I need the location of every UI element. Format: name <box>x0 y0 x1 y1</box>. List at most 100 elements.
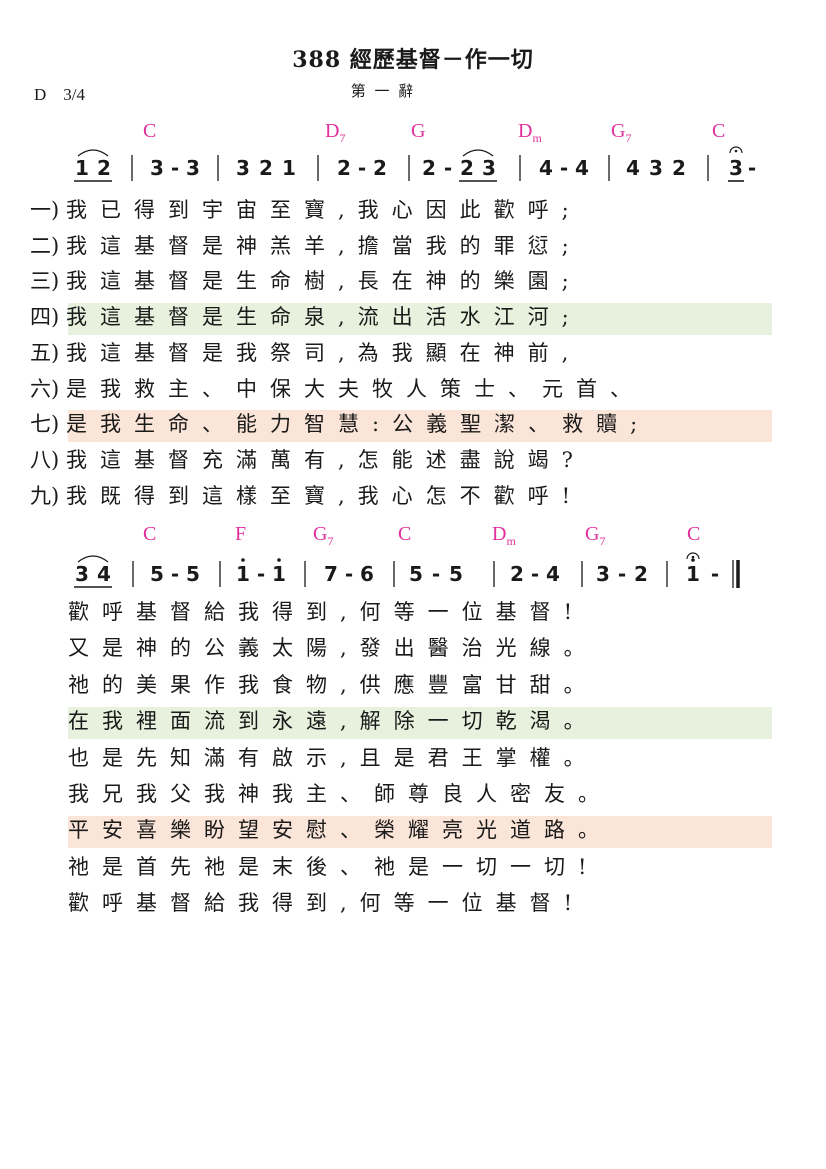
slur <box>462 149 494 157</box>
s1-verse-row: 八) 我這基督充滿萬有,怎能述盡說竭? <box>0 444 826 476</box>
s1-chord-2: G <box>411 120 425 143</box>
verse-lyrics: 我兄我父我神我主、師尊良人密友。 <box>68 782 612 806</box>
note: 2 <box>672 156 686 180</box>
note: 7 <box>324 562 338 586</box>
s1-chord-3: Dm <box>518 120 542 146</box>
chord-root: C <box>143 523 157 545</box>
s2-verse-row: 又是神的公義太陽,發出醫治光線。 <box>0 632 826 664</box>
verse-lyrics: 我已得到宇宙至寶,我心因此歡呼; <box>66 198 582 222</box>
verse-number: 九) <box>30 483 60 508</box>
verse-lyrics: 我這基督是生命泉,流出活水江河; <box>66 305 582 330</box>
s2-verse-row: 在我裡面流到永遠,解除一切乾渴。 <box>0 705 826 737</box>
note: 2 <box>634 562 648 586</box>
verse-lyrics: 是我救主、中保大夫牧人策士、元首、 <box>66 376 644 401</box>
chord-root: G <box>411 120 426 142</box>
octave-dot <box>691 558 695 562</box>
note: 4 <box>626 156 640 180</box>
verse-number: 四) <box>30 305 60 330</box>
fermata-mark <box>686 552 700 560</box>
note: 1 <box>236 562 250 586</box>
chord-root: D <box>325 120 340 142</box>
note: 3 <box>649 156 663 180</box>
chord-root: C <box>143 120 157 142</box>
note: 3 <box>236 156 250 180</box>
chord-root: C <box>398 523 412 545</box>
s1-verse-row: 七) 是我生命、能力智慧:公義聖潔、救贖; <box>0 408 826 440</box>
verse-lyrics: 我這基督是我祭司,為我顯在神前, <box>66 340 582 365</box>
note: 2 <box>422 156 436 180</box>
s2-verse-row: 平安喜樂盼望安慰、榮耀亮光道路。 <box>0 814 826 846</box>
verse-number: 三) <box>30 269 60 294</box>
note: 5 <box>186 562 200 586</box>
chord-quality: 7 <box>339 131 346 145</box>
verse-number: 八) <box>30 447 60 472</box>
chord-root: C <box>687 523 701 545</box>
verse-number: 七) <box>30 412 60 437</box>
s1-chord-5: C <box>712 120 725 143</box>
fermata-dot <box>734 149 738 153</box>
s1-verse-row: 四) 我這基督是生命泉,流出活水江河; <box>0 301 826 333</box>
section1-notation: 123-33212-22-234-44323- <box>74 146 756 182</box>
note: 4 <box>575 156 589 180</box>
note: 4 <box>546 562 560 586</box>
chord-quality: 7 <box>625 131 632 145</box>
note: 4 <box>97 562 111 586</box>
slur <box>77 555 109 563</box>
note: 3 <box>729 156 743 180</box>
verse-lyrics: 也是先知滿有啟示,且是君王掌權。 <box>68 745 598 770</box>
chord-root: D <box>518 120 533 142</box>
s2-chord-1: F <box>235 523 246 546</box>
chord-quality: m <box>506 534 516 548</box>
octave-dot <box>241 558 245 562</box>
s2-verse-row: 祂是首先祂是末後、祂是一切一切! <box>0 851 826 883</box>
note: - <box>618 562 626 586</box>
note: 5 <box>150 562 164 586</box>
verse-lyrics: 我這基督是生命樹,長在神的樂園; <box>66 269 582 294</box>
note: 1 <box>272 562 286 586</box>
note: 2 <box>460 156 474 180</box>
s2-chord-5: G7 <box>585 523 605 549</box>
note: - <box>444 156 452 180</box>
note: 3 <box>482 156 496 180</box>
chord-root: G <box>313 523 328 545</box>
note: 2 <box>259 156 273 180</box>
chord-quality: m <box>532 131 542 145</box>
s2-verse-row: 也是先知滿有啟示,且是君王掌權。 <box>0 742 826 774</box>
note: - <box>560 156 568 180</box>
verse-lyrics: 又是神的公義太陽,發出醫治光線。 <box>68 636 598 661</box>
note: - <box>171 562 179 586</box>
note: 4 <box>539 156 553 180</box>
note: 1 <box>686 562 700 586</box>
chord-root: D <box>492 523 507 545</box>
section2-notation: 345-51-17-65-52-43-21- <box>74 552 740 588</box>
note: - <box>748 156 756 180</box>
note: - <box>711 562 719 586</box>
note: 3 <box>186 156 200 180</box>
verse-lyrics: 在我裡面流到永遠,解除一切乾渴。 <box>68 709 598 734</box>
note: - <box>358 156 366 180</box>
chord-root: G <box>585 523 600 545</box>
verse-lyrics: 祂是首先祂是末後、祂是一切一切! <box>68 854 600 879</box>
note: 3 <box>596 562 610 586</box>
slur <box>77 149 109 157</box>
chord-quality: 7 <box>327 534 334 548</box>
verse-lyrics: 是我生命、能力智慧:公義聖潔、救贖; <box>66 412 651 437</box>
s1-verse-row: 一) 我已得到宇宙至寶,我心因此歡呼; <box>0 194 826 226</box>
s2-verse-row: 我兄我父我神我主、師尊良人密友。 <box>0 778 826 810</box>
verse-lyrics: 歡呼基督給我得到,何等一位基督! <box>68 600 586 624</box>
s2-chord-3: C <box>398 523 411 546</box>
s1-verse-row: 五) 我這基督是我祭司,為我顯在神前, <box>0 337 826 369</box>
s2-chord-2: G7 <box>313 523 333 549</box>
note: 2 <box>373 156 387 180</box>
verse-number: 六) <box>30 376 60 401</box>
note: 2 <box>510 562 524 586</box>
chord-root: F <box>235 523 247 545</box>
s2-chord-0: C <box>143 523 156 546</box>
fermata-mark <box>729 146 743 154</box>
stanza-label: 第 一 辭 <box>350 82 416 100</box>
note: 6 <box>360 562 374 586</box>
verse-number: 二) <box>30 233 60 258</box>
note: - <box>257 562 265 586</box>
s1-chord-4: G7 <box>611 120 631 146</box>
verse-lyrics: 我這基督是神羔羊,擔當我的罪愆; <box>66 233 582 258</box>
